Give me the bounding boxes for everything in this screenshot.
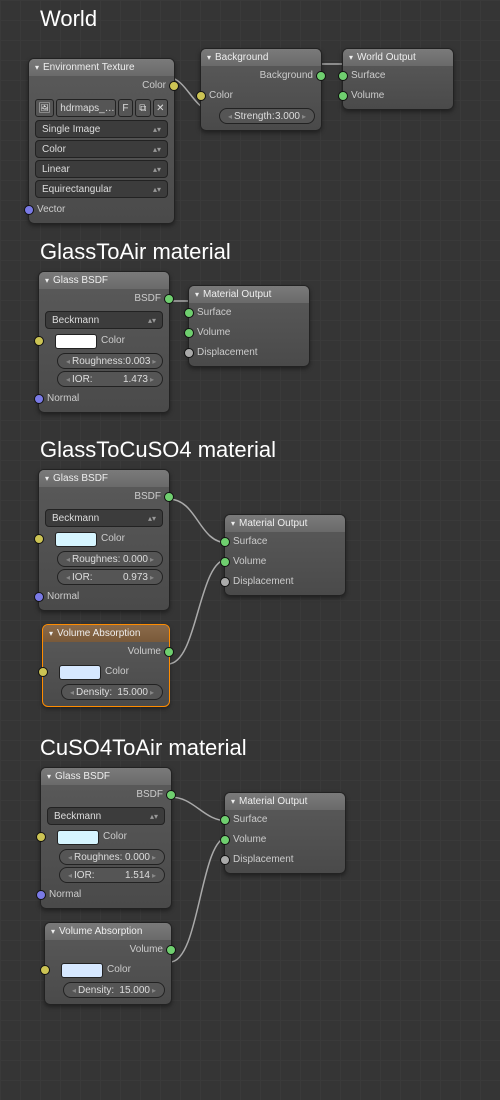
in-surface: Surface	[225, 810, 345, 830]
in-normal: Normal	[39, 389, 169, 412]
in-volume: Volume	[343, 86, 453, 109]
projection-select[interactable]: Equirectangular▴▾	[35, 180, 168, 198]
in-surface: Surface	[343, 66, 453, 86]
node-volume-absorption-2[interactable]: ▾Volume Absorption Volume Color ◂Density…	[42, 624, 170, 707]
distribution-select[interactable]: Beckmann▴▾	[45, 311, 163, 329]
node-glass-bsdf-2[interactable]: ▾Glass BSDF BSDF Beckmann▴▾ Color ◂Rough…	[38, 469, 170, 611]
in-volume: Volume	[225, 830, 345, 850]
node-material-output-1[interactable]: ▾Material Output Surface Volume Displace…	[188, 285, 310, 367]
strength-field[interactable]: ◂Strength:3.000▸	[219, 108, 315, 124]
out-color: Color	[29, 76, 174, 96]
in-color[interactable]: Color	[41, 827, 171, 847]
density-field[interactable]: ◂Density:15.000▸	[61, 684, 163, 700]
node-header: ▾Glass BSDF	[41, 768, 171, 785]
section-title-world: World	[0, 0, 500, 38]
mat1-canvas: ▾Glass BSDF BSDF Beckmann▴▾ Color ◂Rough…	[0, 271, 500, 431]
image-datablock[interactable]: 🖼 hdrmaps_… F ⧉ ✕	[35, 99, 168, 117]
colorspace-select[interactable]: Color▴▾	[35, 140, 168, 158]
roughness-field[interactable]: ◂Roughnes:0.000▸	[57, 551, 163, 567]
in-color[interactable]: Color	[43, 662, 169, 682]
mode-select[interactable]: Single Image▴▾	[35, 120, 168, 138]
node-glass-bsdf-1[interactable]: ▾Glass BSDF BSDF Beckmann▴▾ Color ◂Rough…	[38, 271, 170, 413]
mat2-canvas: ▾Glass BSDF BSDF Beckmann▴▾ Color ◂Rough…	[0, 469, 500, 729]
ior-field[interactable]: ◂IOR:1.514▸	[59, 867, 165, 883]
in-color[interactable]: Color	[39, 529, 169, 549]
distribution-select[interactable]: Beckmann▴▾	[47, 807, 165, 825]
in-color[interactable]: Color	[45, 960, 171, 980]
in-normal: Normal	[39, 587, 169, 610]
out-bsdf: BSDF	[39, 289, 169, 309]
out-volume: Volume	[45, 940, 171, 960]
world-canvas: ▾Environment Texture Color 🖼 hdrmaps_… F…	[0, 38, 500, 233]
node-glass-bsdf-3[interactable]: ▾Glass BSDF BSDF Beckmann▴▾ Color ◂Rough…	[40, 767, 172, 909]
node-header: ▾Environment Texture	[29, 59, 174, 76]
section-title-cuso4-to-air: CuSO4ToAir material	[0, 729, 500, 767]
mat3-canvas: ▾Glass BSDF BSDF Beckmann▴▾ Color ◂Rough…	[0, 767, 500, 1017]
node-header: ▾Background	[201, 49, 321, 66]
in-displacement: Displacement	[189, 343, 309, 366]
node-env-texture[interactable]: ▾Environment Texture Color 🖼 hdrmaps_… F…	[28, 58, 175, 224]
in-surface: Surface	[225, 532, 345, 552]
node-header: ▾Volume Absorption	[43, 625, 169, 642]
in-volume: Volume	[225, 552, 345, 572]
in-normal: Normal	[41, 885, 171, 908]
node-header: ▾Glass BSDF	[39, 272, 169, 289]
node-world-output[interactable]: ▾World Output Surface Volume	[342, 48, 454, 110]
roughness-field[interactable]: ◂Roughness:0.003▸	[57, 353, 163, 369]
in-displacement: Displacement	[225, 572, 345, 595]
out-bsdf: BSDF	[41, 785, 171, 805]
node-header: ▾World Output	[343, 49, 453, 66]
node-header: ▾Material Output	[189, 286, 309, 303]
node-header: ▾Glass BSDF	[39, 470, 169, 487]
node-header: ▾Material Output	[225, 515, 345, 532]
in-color: Color	[201, 86, 321, 106]
ior-field[interactable]: ◂IOR:0.973▸	[57, 569, 163, 585]
section-title-glass-to-air: GlassToAir material	[0, 233, 500, 271]
density-field[interactable]: ◂Density:15.000▸	[63, 982, 165, 998]
in-surface: Surface	[189, 303, 309, 323]
out-bsdf: BSDF	[39, 487, 169, 507]
ior-field[interactable]: ◂IOR:1.473▸	[57, 371, 163, 387]
in-color[interactable]: Color	[39, 331, 169, 351]
node-header: ▾Volume Absorption	[45, 923, 171, 940]
distribution-select[interactable]: Beckmann▴▾	[45, 509, 163, 527]
section-title-glass-to-cuso4: GlassToCuSO4 material	[0, 431, 500, 469]
in-volume: Volume	[189, 323, 309, 343]
out-background: Background	[201, 66, 321, 86]
node-header: ▾Material Output	[225, 793, 345, 810]
in-displacement: Displacement	[225, 850, 345, 873]
node-volume-absorption-3[interactable]: ▾Volume Absorption Volume Color ◂Density…	[44, 922, 172, 1005]
node-material-output-2[interactable]: ▾Material Output Surface Volume Displace…	[224, 514, 346, 596]
interp-select[interactable]: Linear▴▾	[35, 160, 168, 178]
out-volume: Volume	[43, 642, 169, 662]
roughness-field[interactable]: ◂Roughnes:0.000▸	[59, 849, 165, 865]
in-vector: Vector	[29, 200, 174, 223]
node-background[interactable]: ▾Background Background Color ◂Strength:3…	[200, 48, 322, 131]
node-material-output-3[interactable]: ▾Material Output Surface Volume Displace…	[224, 792, 346, 874]
